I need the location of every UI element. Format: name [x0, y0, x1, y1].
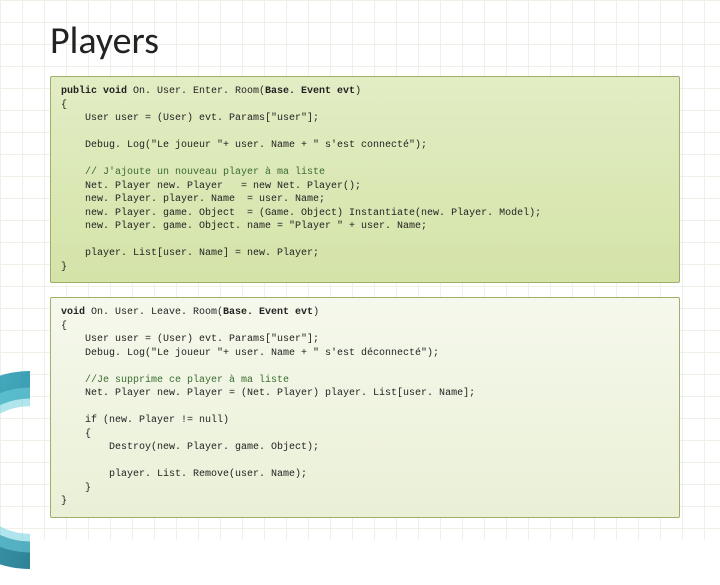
code-text: } [61, 262, 67, 273]
code-text: ) [355, 86, 361, 97]
code-comment: //Je supprime ce player à ma liste [61, 375, 289, 386]
code-text: { [61, 100, 67, 111]
code-text: } [61, 483, 91, 494]
slide-title: Players [50, 18, 680, 64]
code-text: new. Player. game. Object. name = "Playe… [61, 221, 427, 232]
code-text: Net. Player new. Player = (Net. Player) … [61, 388, 475, 399]
code-text: Destroy(new. Player. game. Object); [61, 442, 319, 453]
slide-content: Players public void On. User. Enter. Roo… [0, 0, 720, 542]
code-text: On. User. Leave. Room( [85, 307, 223, 318]
keyword: Base. Event evt [265, 86, 355, 97]
keyword: Base. Event evt [223, 307, 313, 318]
code-text: Debug. Log("Le joueur "+ user. Name + " … [61, 348, 439, 359]
keyword: void [61, 307, 85, 318]
code-text: player. List. Remove(user. Name); [61, 469, 307, 480]
code-text: Debug. Log("Le joueur "+ user. Name + " … [61, 140, 427, 151]
code-text: if (new. Player != null) [61, 415, 229, 426]
code-text: new. Player. game. Object = (Game. Objec… [61, 208, 541, 219]
code-text: { [61, 429, 91, 440]
keyword: public void [61, 86, 127, 97]
code-text: On. User. Enter. Room( [127, 86, 265, 97]
code-text: { [61, 321, 67, 332]
code-text: } [61, 496, 67, 507]
code-text: new. Player. player. Name = user. Name; [61, 194, 325, 205]
code-comment: // J'ajoute un nouveau player à ma liste [61, 167, 325, 178]
code-text: User user = (User) evt. Params["user"]; [61, 113, 319, 124]
code-text: player. List[user. Name] = new. Player; [61, 248, 319, 259]
code-block-enter: public void On. User. Enter. Room(Base. … [50, 76, 680, 283]
code-text: ) [313, 307, 319, 318]
code-text: User user = (User) evt. Params["user"]; [61, 334, 319, 345]
code-block-leave: void On. User. Leave. Room(Base. Event e… [50, 297, 680, 518]
code-text: Net. Player new. Player = new Net. Playe… [61, 181, 361, 192]
